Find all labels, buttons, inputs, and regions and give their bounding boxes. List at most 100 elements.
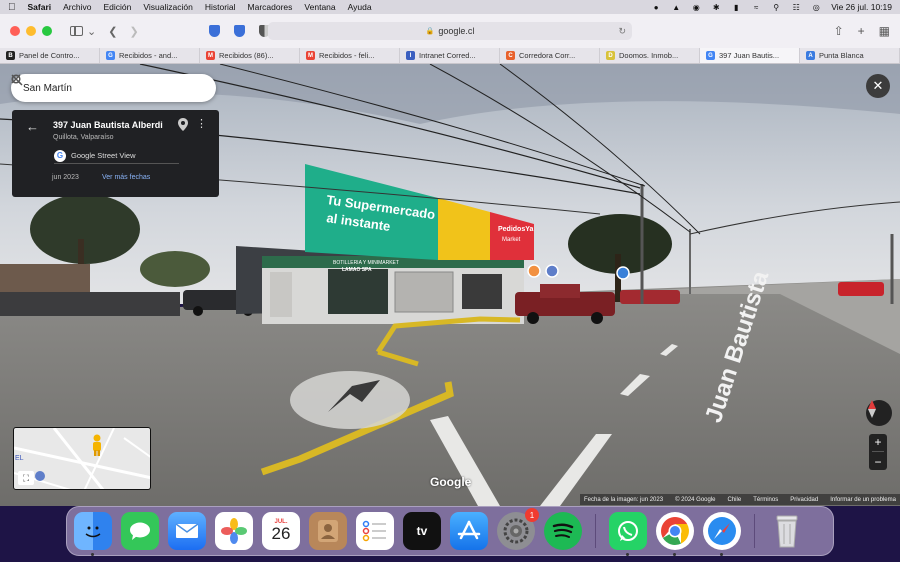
navigation-arrow-disk[interactable] bbox=[290, 371, 410, 429]
dock-photos[interactable] bbox=[215, 512, 253, 550]
browser-tab[interactable]: A Punta Blanca bbox=[800, 48, 900, 63]
forward-button[interactable]: ❯ bbox=[129, 25, 138, 38]
report-problem-link[interactable]: Informar de un problema bbox=[830, 497, 896, 503]
extension-shield-icon[interactable] bbox=[233, 25, 245, 37]
browser-tab[interactable]: G 397 Juan Bautis... bbox=[700, 48, 800, 63]
status-icon-3[interactable]: ◉ bbox=[691, 3, 701, 12]
dock-app-store[interactable] bbox=[450, 512, 488, 550]
minimap-roads bbox=[14, 428, 150, 489]
pegman-icon bbox=[93, 434, 101, 456]
finder-icon bbox=[85, 526, 101, 538]
dock-trash[interactable] bbox=[768, 512, 806, 550]
place-marker-restaurant-icon[interactable] bbox=[527, 264, 541, 278]
browser-tab[interactable]: C Corredora Corr... bbox=[500, 48, 600, 63]
zoom-separator bbox=[872, 451, 884, 453]
running-indicator bbox=[626, 553, 629, 556]
menu-ayuda[interactable]: Ayuda bbox=[348, 2, 372, 12]
tab-label: Corredora Corr... bbox=[519, 51, 576, 60]
tab-favicon-icon: G bbox=[106, 51, 115, 60]
place-marker-icon[interactable] bbox=[545, 264, 559, 278]
dock-whatsapp[interactable] bbox=[609, 512, 647, 556]
app-store-icon bbox=[457, 520, 481, 540]
tab-favicon-icon: M bbox=[306, 51, 315, 60]
battery-icon[interactable]: ▮ bbox=[731, 3, 741, 12]
wifi-icon[interactable]: ≈ bbox=[751, 3, 761, 12]
dock-mail[interactable] bbox=[168, 512, 206, 550]
bluetooth-icon[interactable]: ✱ bbox=[711, 3, 721, 12]
zoom-out-button[interactable]: − bbox=[874, 455, 881, 469]
minimize-window-button[interactable] bbox=[26, 26, 36, 36]
sidebar-toggle-button[interactable]: ⌄ bbox=[70, 25, 96, 38]
privacy-link[interactable]: Privacidad bbox=[790, 497, 818, 503]
browser-tab[interactable]: B Panel de Contro... bbox=[0, 48, 100, 63]
more-dates-link[interactable]: Ver más fechas bbox=[102, 174, 150, 181]
minimap[interactable]: EL ⛶ bbox=[13, 427, 151, 490]
expand-map-icon[interactable]: ⛶ bbox=[18, 471, 34, 485]
street-view-panorama[interactable]: Juan Bautista Tu Supermercado al instant… bbox=[0, 64, 900, 506]
siri-icon[interactable]: ◎ bbox=[811, 3, 821, 12]
window-controls bbox=[10, 26, 52, 36]
more-options-icon[interactable]: ⋮ bbox=[196, 117, 207, 130]
browser-tab[interactable]: M Recibidos - feli... bbox=[300, 48, 400, 63]
dock-chrome[interactable] bbox=[656, 512, 694, 556]
apple-menu-icon[interactable]:  bbox=[8, 2, 16, 13]
zoom-window-button[interactable] bbox=[42, 26, 52, 36]
capture-date: jun 2023 bbox=[52, 174, 79, 181]
dock-safari[interactable] bbox=[703, 512, 741, 556]
menubar-clock[interactable]: Vie 26 jul. 10:19 bbox=[831, 2, 892, 12]
menu-edicion[interactable]: Edición bbox=[103, 2, 131, 12]
contacts-icon bbox=[318, 520, 338, 542]
browser-tab[interactable]: M Recibidos (86)... bbox=[200, 48, 300, 63]
menu-archivo[interactable]: Archivo bbox=[63, 2, 91, 12]
zoom-in-button[interactable]: + bbox=[874, 435, 881, 449]
browser-tab[interactable]: I Intranet Corred... bbox=[400, 48, 500, 63]
chrome-icon bbox=[661, 517, 689, 545]
browser-tab[interactable]: G Recibidos - and... bbox=[100, 48, 200, 63]
dock-spotify[interactable] bbox=[544, 512, 582, 550]
back-button[interactable]: ❮ bbox=[108, 25, 117, 38]
google-logo: Google bbox=[430, 475, 472, 489]
location-address: 397 Juan Bautista Alberdi bbox=[53, 120, 163, 130]
menu-marcadores[interactable]: Marcadores bbox=[248, 2, 293, 12]
back-arrow-icon[interactable]: ← bbox=[26, 119, 39, 134]
privacy-shield-icon[interactable] bbox=[208, 25, 220, 37]
menu-ventana[interactable]: Ventana bbox=[304, 2, 335, 12]
tab-label: Recibidos (86)... bbox=[219, 51, 274, 60]
search-icon[interactable] bbox=[11, 74, 178, 96]
search-input[interactable]: San Martín bbox=[23, 83, 152, 94]
control-center-icon[interactable]: ☷ bbox=[791, 3, 801, 12]
tab-label: 397 Juan Bautis... bbox=[719, 51, 780, 60]
clear-search-icon[interactable] bbox=[11, 74, 204, 96]
spotlight-search-icon[interactable]: ⚲ bbox=[771, 3, 781, 12]
status-icon-2[interactable]: ▲ bbox=[671, 3, 681, 12]
reload-icon[interactable]: ↻ bbox=[618, 26, 626, 37]
terms-link[interactable]: Términos bbox=[753, 497, 778, 503]
close-street-view-button[interactable]: ✕ bbox=[866, 74, 890, 98]
dock-reminders[interactable] bbox=[356, 512, 394, 550]
tab-overview-icon[interactable]: ▦ bbox=[879, 24, 890, 38]
country-link[interactable]: Chile bbox=[728, 497, 742, 503]
share-icon[interactable]: ⇧ bbox=[834, 24, 844, 38]
browser-tab[interactable]: D Doomos. Inmob... bbox=[600, 48, 700, 63]
address-bar[interactable]: 🔒 google.cl ↻ bbox=[268, 22, 632, 40]
dock-messages[interactable] bbox=[121, 512, 159, 550]
dock-contacts[interactable] bbox=[309, 512, 347, 550]
close-window-button[interactable] bbox=[10, 26, 20, 36]
place-marker-shop-icon[interactable] bbox=[616, 266, 630, 280]
compass-button[interactable] bbox=[866, 400, 892, 426]
menu-historial[interactable]: Historial bbox=[205, 2, 236, 12]
menu-visualizacion[interactable]: Visualización bbox=[143, 2, 192, 12]
search-box[interactable]: San Martín bbox=[11, 74, 216, 102]
menu-app-name[interactable]: Safari bbox=[28, 2, 52, 12]
google-icon: G bbox=[54, 149, 66, 162]
dock-calendar[interactable]: JUL. 26 bbox=[262, 512, 300, 550]
dock-apple-tv[interactable]: tv bbox=[403, 512, 441, 550]
location-info-card: ← 397 Juan Bautista Alberdi Quillota, Va… bbox=[12, 110, 219, 197]
dock-system-settings[interactable]: 1 bbox=[497, 508, 539, 550]
status-icon-1[interactable]: ● bbox=[651, 3, 661, 12]
menu-bar:  Safari Archivo Edición Visualización H… bbox=[0, 0, 900, 14]
tab-bar: B Panel de Contro... G Recibidos - and... M R… bbox=[0, 48, 900, 64]
tab-label: Doomos. Inmob... bbox=[619, 51, 679, 60]
dock-finder[interactable] bbox=[74, 512, 112, 556]
new-tab-icon[interactable]: + bbox=[858, 24, 865, 38]
